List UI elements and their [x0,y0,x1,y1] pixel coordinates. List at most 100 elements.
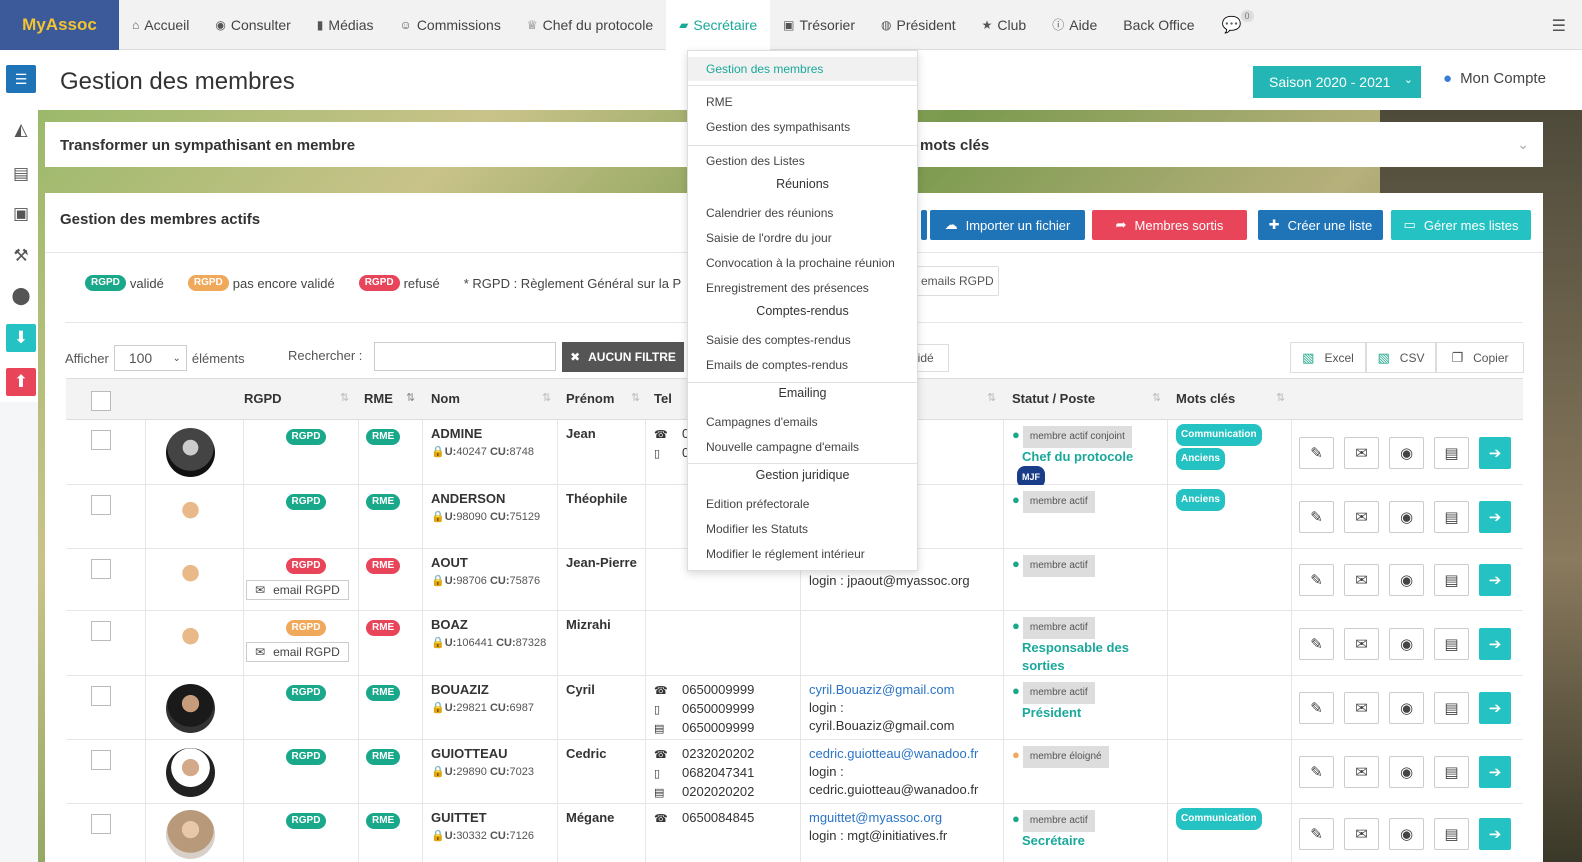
edit-button[interactable]: ✎ [1299,436,1334,469]
row-checkbox[interactable] [91,621,111,641]
nav-item-2[interactable]: ▮ Médias [304,0,387,50]
table-row[interactable]: RGPD RME GUITTET 🔒U:30332 CU:7126 Mégane ☎ 065… [66,804,1523,862]
season-select[interactable]: Saison 2020 - 2021 ⌄ [1253,66,1421,98]
login-as-button[interactable]: ➔ [1479,501,1511,533]
menu-item[interactable]: Edition préfectorale [706,497,809,511]
login-as-button[interactable]: ➔ [1479,627,1511,660]
menu-item[interactable]: Gestion des Listes [706,154,805,168]
email-link[interactable]: cedric.guiotteau@wanadoo.fr [809,745,1004,763]
email-link[interactable]: cyril.Bouaziz@gmail.com [809,681,1004,699]
card-button[interactable]: ▤ [1434,436,1469,469]
column-header[interactable]: Tel [654,391,672,406]
nav-item-8[interactable]: ★ Club [969,0,1040,50]
avatar[interactable] [166,683,215,733]
member-name[interactable]: ANDERSON [431,490,540,508]
sort-icon[interactable]: ⇅ [1152,391,1161,404]
menu-item[interactable]: Enregistrement des présences [706,281,869,295]
manage-lists-button[interactable]: ▭ Gérer mes listes [1391,210,1531,240]
card-button[interactable]: ▤ [1434,756,1469,788]
menu-item[interactable]: Convocation à la prochaine réunion [706,256,895,270]
view-button[interactable]: ◉ [1389,692,1424,724]
email-button[interactable]: ✉ [1344,627,1379,660]
no-filter-button[interactable]: ✖ AUCUN FILTRE [562,342,684,372]
chat-button[interactable]: 💬 0 [1208,0,1256,50]
phone-number[interactable]: 0682047341 [682,765,754,780]
scroll-down-icon[interactable]: ⬇ [6,324,36,352]
menu-item[interactable]: Modifier les Statuts [706,522,808,536]
menu-item[interactable]: Nouvelle campagne d'emails [706,440,859,454]
menu-item[interactable]: Gestion des sympathisants [706,120,850,134]
row-checkbox[interactable] [91,559,111,579]
phone-number[interactable]: 0650084845 [682,810,754,825]
view-button[interactable]: ◉ [1389,627,1424,660]
export-csv-button[interactable]: ▧ CSV [1366,342,1436,373]
view-button[interactable]: ◉ [1389,501,1424,533]
login-as-button[interactable]: ➔ [1479,756,1511,788]
column-header[interactable]: RME [364,391,393,406]
export-excel-button[interactable]: ▧ Excel [1290,342,1366,373]
emails-rgpd-button[interactable]: emails RGPD [914,266,999,296]
menu-icon[interactable]: ☰ [1552,16,1566,36]
email-button[interactable]: ✉ [1344,564,1379,596]
member-name[interactable]: BOAZ [431,616,546,634]
member-name[interactable]: AOUT [431,554,540,572]
panel-title[interactable]: Transformer un sympathisant en membre [60,137,355,154]
sort-icon[interactable]: ⇅ [631,391,640,404]
email-button[interactable]: ✉ [1344,692,1379,724]
email-button[interactable]: ✉ [1344,436,1379,469]
row-checkbox[interactable] [91,430,111,450]
nav-item-5[interactable]: ▰ Secrétaire [666,0,771,50]
column-header[interactable]: Nom [431,391,460,406]
email-button[interactable]: ✉ [1344,501,1379,533]
phone-number[interactable]: 0650009999 [682,701,754,716]
edit-button[interactable]: ✎ [1299,501,1334,533]
phone-number[interactable]: 0232020202 [682,746,754,761]
menu-item[interactable]: Modifier le réglement intérieur [706,547,865,561]
scroll-up-icon[interactable]: ⬆ [6,368,36,396]
sort-icon[interactable]: ⇅ [406,391,415,404]
sort-icon[interactable]: ⇅ [340,391,349,404]
member-name[interactable]: GUIOTTEAU [431,745,534,763]
page-length-select[interactable]: 100 ⌄ [113,345,187,371]
column-header[interactable]: RGPD [244,391,282,406]
login-as-button[interactable]: ➔ [1479,818,1511,850]
card-button[interactable]: ▤ [1434,692,1469,724]
menu-item[interactable]: Saisie de l'ordre du jour [706,231,832,245]
search-input[interactable] [374,342,556,371]
create-list-button[interactable]: ✚ Créer une liste [1258,210,1383,240]
validated-filter-button[interactable]: lidé [914,344,949,372]
phone-number[interactable]: 0202020202 [682,784,754,799]
login-as-button[interactable]: ➔ [1479,564,1511,596]
edit-button[interactable]: ✎ [1299,564,1334,596]
avatar[interactable] [166,428,215,477]
menu-item[interactable]: Campagnes d'emails [706,415,818,429]
member-name[interactable]: GUITTET [431,809,534,827]
row-checkbox[interactable] [91,814,111,834]
row-checkbox[interactable] [91,495,111,515]
avatar[interactable] [166,619,215,668]
menu-item[interactable]: Emails de comptes-rendus [706,358,848,372]
login-as-button[interactable]: ➔ [1479,692,1511,724]
hidden-button-edge[interactable] [921,210,927,240]
avatar[interactable] [166,809,215,859]
table-row[interactable]: RGPD ✉ email RGPD RME BOAZ 🔒U:106441 CU:87328… [66,611,1523,676]
nav-item-3[interactable]: ☺ Commissions [387,0,514,50]
menu-item[interactable]: Calendrier des réunions [706,206,833,220]
member-name[interactable]: ADMINE [431,425,534,443]
email-rgpd-button[interactable]: ✉ email RGPD [246,580,349,600]
card-button[interactable]: ▤ [1434,627,1469,660]
card-button[interactable]: ▤ [1434,818,1469,850]
menu-item[interactable]: RME [706,95,733,109]
document-icon[interactable]: ▤ [6,160,36,188]
sort-icon[interactable]: ⇅ [1276,391,1285,404]
members-left-button[interactable]: ➦ Membres sortis [1092,210,1247,240]
member-name[interactable]: BOUAZIZ [431,681,534,699]
sort-icon[interactable]: ⇅ [987,391,996,404]
column-header[interactable]: Prénom [566,391,614,406]
row-checkbox[interactable] [91,686,111,706]
table-row[interactable]: RGPD RME GUIOTTEAU 🔒U:29890 CU:7023 Cedric ☎ 0… [66,740,1523,804]
nav-item-6[interactable]: ▣ Trésorier [770,0,868,50]
view-button[interactable]: ◉ [1389,818,1424,850]
money-icon[interactable]: ▣ [6,200,36,228]
sort-icon[interactable]: ⇅ [542,391,551,404]
